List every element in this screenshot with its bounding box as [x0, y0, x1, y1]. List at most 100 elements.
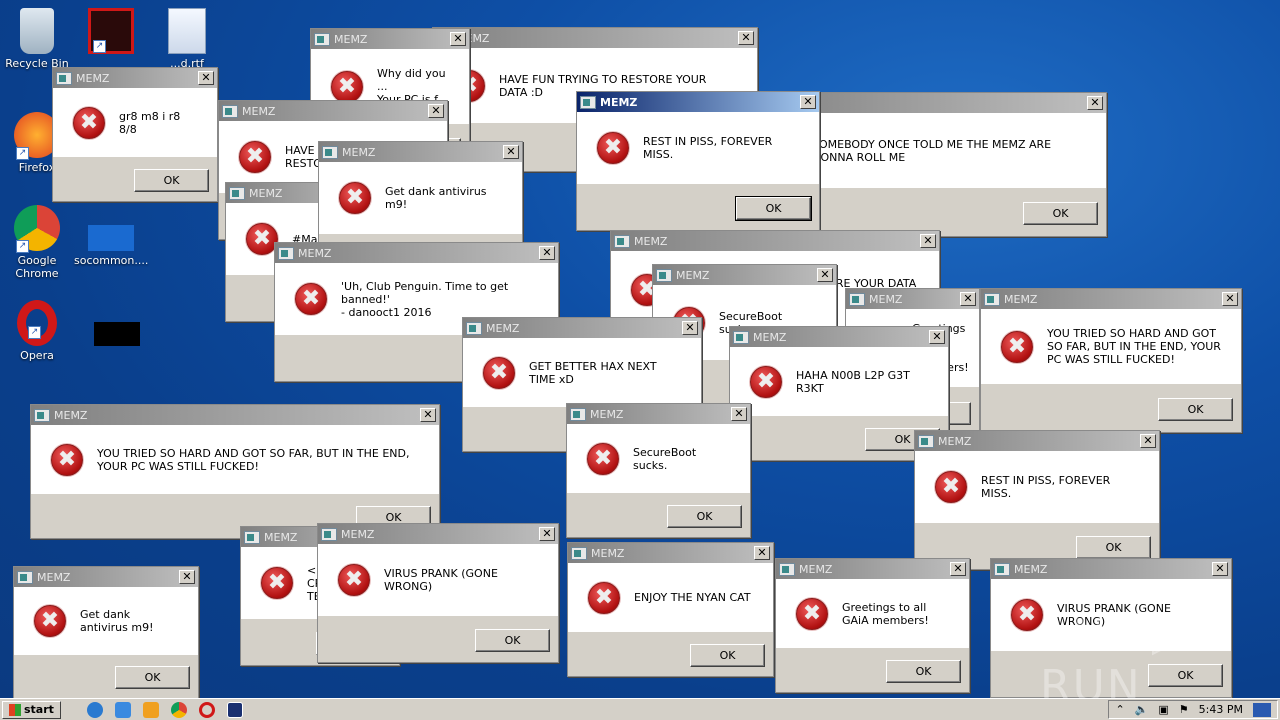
dialog-title: MEMZ [456, 31, 490, 45]
ok-button[interactable]: OK [1158, 398, 1233, 421]
show-hidden-icons[interactable]: ⌃ [1115, 703, 1124, 716]
close-button[interactable]: ✕ [450, 32, 466, 46]
ie-icon[interactable] [86, 701, 103, 718]
close-button[interactable]: ✕ [1222, 292, 1238, 306]
ok-button[interactable]: OK [667, 505, 742, 528]
ok-button[interactable]: OK [690, 644, 765, 667]
dialog-titlebar[interactable]: MEMZ✕ [311, 29, 469, 49]
memz-app-icon [779, 562, 795, 576]
error-icon: ✖ [597, 132, 629, 164]
dialog-titlebar[interactable]: MEMZ ✕ [319, 142, 522, 162]
dialog-footer: OK [577, 184, 819, 232]
error-icon: ✖ [1011, 599, 1043, 631]
dialog-message: 'Uh, Club Penguin. Time to get banned!' … [341, 279, 509, 319]
close-button[interactable]: ✕ [198, 71, 214, 85]
dialog-titlebar[interactable]: MEMZ✕ [275, 243, 558, 263]
action-center-flag-icon[interactable]: ⚑ [1179, 703, 1189, 716]
memz-dialog[interactable]: MEMZ ✕ ✖ YOU TRIED SO HARD AND GOT SO FAR, … [30, 404, 440, 539]
dialog-titlebar[interactable]: MEMZ✕ [846, 289, 979, 309]
dialog-titlebar[interactable]: MEMZ✕ [31, 405, 439, 425]
ok-button[interactable]: OK [1148, 664, 1223, 687]
close-button[interactable]: ✕ [1140, 434, 1156, 448]
dialog-titlebar[interactable]: MEMZ✕ [318, 524, 558, 544]
close-button[interactable]: ✕ [929, 330, 945, 344]
volume-icon[interactable]: 🔈 [1135, 703, 1149, 716]
close-button[interactable]: ✕ [428, 104, 444, 118]
close-button[interactable]: ✕ [817, 268, 833, 282]
dialog-titlebar[interactable]: MEMZ✕ [53, 68, 217, 88]
dialog-titlebar[interactable]: MEMZ✕ [14, 567, 198, 587]
dialog-title: MEMZ [938, 434, 972, 448]
memz-dialog[interactable]: MEMZ ✕ ✖ Greetings to all GAiA members! OK [775, 558, 970, 693]
close-button[interactable]: ✕ [920, 234, 936, 248]
memz-taskbar-icon[interactable] [226, 701, 243, 718]
close-button[interactable]: ✕ [731, 407, 747, 421]
dialog-titlebar[interactable]: MEMZ✕ [776, 559, 969, 579]
taskbar: start ⌃ 🔈 ▣ ⚑ 5:43 PM [0, 698, 1280, 720]
memz-dialog[interactable]: MEMZ ✕ ✖ Get dank antivirus m9! OK [13, 566, 199, 699]
close-button[interactable]: ✕ [960, 292, 976, 306]
dialog-title: MEMZ [342, 145, 376, 159]
desktop-icon-word-doc[interactable]: ...d.rtf [150, 8, 224, 70]
memz-dialog[interactable]: MEMZ ✕ ✖ VIRUS PRANK (GONE WRONG) OK [317, 523, 559, 663]
close-button[interactable]: ✕ [738, 31, 754, 45]
clock[interactable]: 5:43 PM [1199, 703, 1243, 716]
memz-dialog[interactable]: MEMZ ✕ ✖ ENJOY THE NYAN CAT OK [567, 542, 774, 677]
dialog-titlebar[interactable]: MEMZ✕ [463, 318, 701, 338]
desktop-icon-acrobat[interactable]: ↗ [74, 8, 148, 57]
dialog-titlebar[interactable]: MEMZ✕ [577, 92, 819, 112]
desktop-icon-google-chrome[interactable]: ↗ Google Chrome [0, 205, 74, 280]
dialog-titlebar[interactable]: MEMZ✕ [219, 101, 447, 121]
error-icon: ✖ [338, 564, 370, 596]
dialog-body: ✖ REST IN PISS, FOREVER MISS. [915, 451, 1159, 523]
close-button[interactable]: ✕ [950, 562, 966, 576]
dialog-titlebar[interactable]: MEMZ✕ [981, 289, 1241, 309]
chrome-taskbar-icon[interactable] [170, 701, 187, 718]
memz-dialog[interactable]: MEMZ ✕ ✖ gr8 m8 i r8 8/8 OK [52, 67, 218, 202]
close-button[interactable]: ✕ [1087, 96, 1103, 110]
desktop-icon-opera[interactable]: ↗ Opera [0, 300, 74, 362]
network-icon[interactable]: ▣ [1158, 703, 1168, 716]
ok-button[interactable]: OK [475, 629, 550, 652]
dialog-titlebar[interactable]: MEMZ✕ [433, 28, 757, 48]
desktop-icon-recycle-bin[interactable]: Recycle Bin [0, 8, 74, 70]
close-button[interactable]: ✕ [503, 145, 519, 159]
desktop-icon-black-file[interactable] [80, 322, 154, 349]
close-button[interactable]: ✕ [682, 321, 698, 335]
desktop-icon-socommon[interactable]: socommon.... [74, 205, 148, 267]
opera-taskbar-icon[interactable] [198, 701, 215, 718]
dialog-footer: OK [568, 632, 773, 678]
ok-button[interactable]: OK [1023, 202, 1098, 225]
dialog-titlebar[interactable]: MEMZ✕ [991, 559, 1231, 579]
memz-dialog[interactable]: MEMZ ✕ ✖ REST IN PISS, FOREVER MISS. OK [576, 91, 820, 231]
black-file-icon [94, 322, 140, 346]
close-button[interactable]: ✕ [179, 570, 195, 584]
close-button[interactable]: ✕ [539, 246, 555, 260]
close-button[interactable]: ✕ [800, 95, 816, 109]
dialog-titlebar[interactable]: MEMZ✕ [611, 231, 939, 251]
show-desktop-button[interactable] [1253, 702, 1271, 717]
dialog-titlebar[interactable]: MEMZ ✕ [915, 431, 1159, 451]
dialog-titlebar[interactable]: MEMZ✕ [567, 404, 750, 424]
close-button[interactable]: ✕ [539, 527, 555, 541]
ok-button[interactable]: OK [1076, 536, 1151, 559]
explorer-icon[interactable] [114, 701, 131, 718]
memz-dialog[interactable]: MEMZ ✕ ✖ VIRUS PRANK (GONE WRONG) OK [990, 558, 1232, 698]
ok-button[interactable]: OK [115, 666, 190, 689]
close-button[interactable]: ✕ [420, 408, 436, 422]
start-button[interactable]: start [2, 700, 61, 719]
ok-button[interactable]: OK [886, 660, 961, 683]
close-button[interactable]: ✕ [1212, 562, 1228, 576]
close-button[interactable]: ✕ [754, 546, 770, 560]
ok-button[interactable]: OK [134, 169, 209, 192]
memz-dialog[interactable]: MEMZ ✕ ✖ YOU TRIED SO HARD AND GOT SO FAR, … [980, 288, 1242, 433]
dialog-titlebar[interactable]: MEMZ✕ [730, 327, 948, 347]
dialog-titlebar[interactable]: MEMZ✕ [568, 543, 773, 563]
ok-button[interactable]: OK [735, 196, 812, 221]
media-player-icon[interactable] [142, 701, 159, 718]
dialog-footer: OK [981, 384, 1241, 434]
memz-dialog[interactable]: MEMZ ✕ ✖ REST IN PISS, FOREVER MISS. OK [914, 430, 1160, 570]
dialog-titlebar[interactable]: MEMZ✕ [653, 265, 836, 285]
memz-dialog[interactable]: MEMZ ✕ ✖ SecureBoot sucks. OK [566, 403, 751, 538]
memz-app-icon [849, 292, 865, 306]
